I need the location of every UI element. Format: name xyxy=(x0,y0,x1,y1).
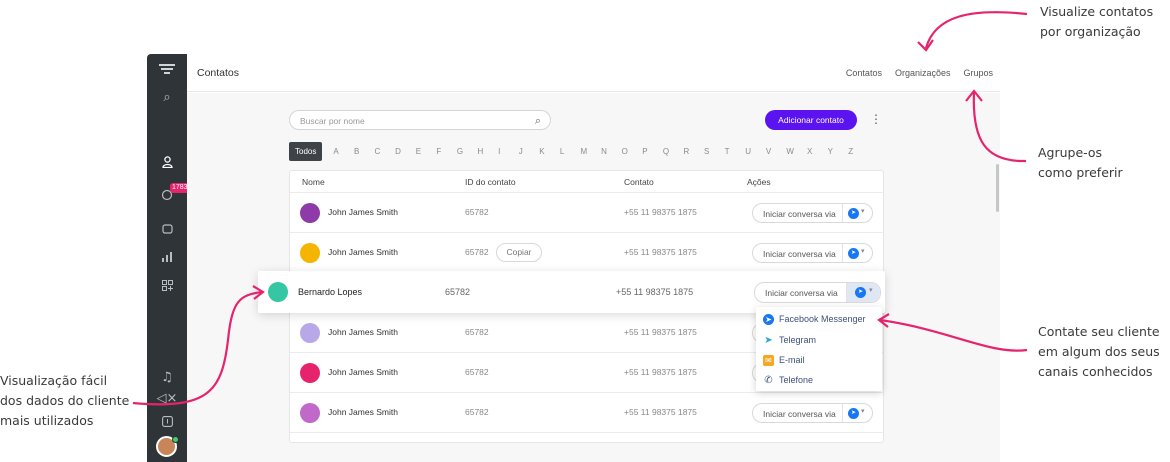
arrow-customer-data xyxy=(132,290,263,406)
arrow-channels xyxy=(879,318,1028,352)
arrow-organizations xyxy=(924,11,1028,49)
arrow-groups xyxy=(972,91,1027,163)
screenshot-canvas: Visualize contatos por organização Agrup… xyxy=(0,0,1170,462)
arrow-head xyxy=(917,39,934,52)
annotation-arrows xyxy=(132,11,1028,406)
